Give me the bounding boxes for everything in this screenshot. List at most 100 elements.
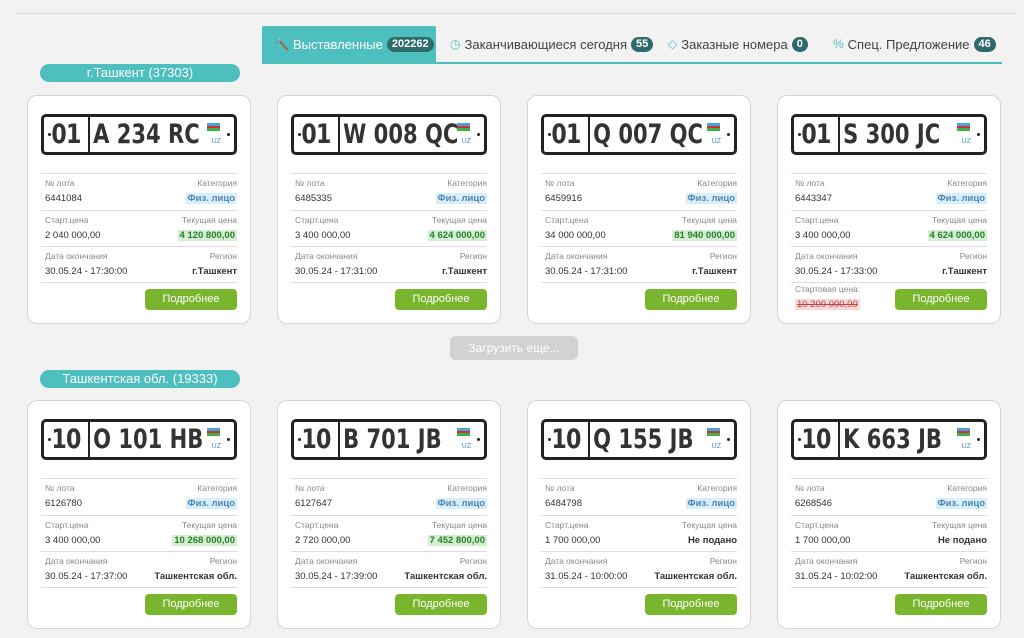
lot-row: № лота Категория 6127647 Физ. лицо: [291, 478, 487, 515]
region-label: Регион: [209, 556, 237, 566]
category-badge: Физ. лицо: [185, 498, 237, 509]
end-date-label: Дата окончания: [45, 251, 108, 261]
start-price: 3 400 000,00: [295, 229, 351, 241]
lot-details: № лота Категория 6443347 Физ. лицо Старт…: [791, 173, 987, 283]
plate-number: A 234 RC: [93, 119, 200, 150]
plate-region-code: 10: [551, 424, 581, 455]
load-more-button[interactable]: Загрузить еще...: [450, 336, 578, 360]
tab-label: Выставленные: [292, 36, 383, 52]
tab-special-offer[interactable]: % Спец. Предложение 46: [833, 26, 996, 62]
plate-region-code: 10: [801, 424, 831, 455]
region-value: г.Ташкент: [442, 266, 487, 277]
uzbekistan-flag-icon: [707, 428, 720, 437]
license-plate: 01 W 008 QC UZ: [291, 114, 487, 155]
lot-details: № лота Категория 6126780 Физ. лицо Старт…: [41, 478, 237, 588]
price-row: Старт.цена Текущая цена 1 700 000,00 Не …: [541, 514, 737, 552]
lot-row: № лота Категория 6126780 Физ. лицо: [41, 478, 237, 515]
lot-details: № лота Категория 6268546 Физ. лицо Старт…: [791, 478, 987, 588]
lot-card[interactable]: 10 O 101 HB UZ № лота Категория 6126780 …: [27, 400, 251, 629]
lot-card[interactable]: 10 B 701 JB UZ № лота Категория 6127647 …: [277, 400, 501, 629]
end-date: 30.05.24 - 17:31:00: [295, 266, 378, 277]
plate-country-code: UZ: [711, 443, 721, 450]
category-badge: Физ. лицо: [435, 193, 487, 204]
price-row: Старт.цена Текущая цена 3 400 000,00 4 6…: [791, 209, 987, 247]
start-price-label: Старт.цена: [295, 519, 339, 530]
lot-number: 6127647: [295, 498, 332, 509]
category-label: Категория: [197, 178, 237, 188]
details-button[interactable]: Подробнее: [895, 594, 987, 615]
lot-label: № лота: [795, 483, 825, 493]
plate-dot: [227, 133, 230, 136]
category-label: Категория: [197, 483, 237, 493]
date-row: Дата окончания Регион 30.05.24 - 17:31:0…: [541, 246, 737, 283]
end-date: 30.05.24 - 17:39:00: [295, 571, 378, 582]
date-row: Дата окончания Регион 30.05.24 - 17:30:0…: [41, 246, 237, 283]
uzbekistan-flag-icon: [957, 428, 970, 437]
plate-country-code: UZ: [961, 138, 971, 145]
lot-card[interactable]: 01 S 300 JC UZ № лота Категория 6443347 …: [777, 95, 1001, 324]
category-badge: Физ. лицо: [185, 193, 237, 204]
tab-custom-numbers[interactable]: ◇ Заказные номера 0: [668, 26, 808, 62]
start-price-label: Старт.цена: [795, 519, 839, 530]
category-value: Физ. лицо: [185, 498, 237, 509]
region-title-tashkent-region[interactable]: Ташкентская обл. (19333): [40, 370, 240, 388]
percent-icon: %: [833, 37, 844, 51]
current-price-value: 4 624 000,00: [927, 229, 987, 241]
current-price-label: Текущая цена: [431, 519, 487, 530]
uzbekistan-flag-icon: [707, 123, 720, 132]
date-row: Дата окончания Регион 30.05.24 - 17:33:0…: [791, 246, 987, 283]
category-label: Категория: [447, 483, 487, 493]
current-price-label: Текущая цена: [931, 519, 987, 530]
plate-number: K 663 JB: [843, 424, 942, 455]
date-row: Дата окончания Регион 30.05.24 - 17:39:0…: [291, 551, 487, 588]
date-row: Дата окончания Регион 30.05.24 - 17:31:0…: [291, 246, 487, 283]
lot-row: № лота Категория 6268546 Физ. лицо: [791, 478, 987, 515]
details-button[interactable]: Подробнее: [645, 594, 737, 615]
plate-country-code: UZ: [211, 138, 221, 145]
region-label: Регион: [709, 556, 737, 566]
start-price: 1 700 000,00: [545, 534, 601, 546]
license-plate: 10 B 701 JB UZ: [291, 419, 487, 460]
date-row: Дата окончания Регион 30.05.24 - 17:37:0…: [41, 551, 237, 588]
region-value: Ташкентская обл.: [654, 571, 737, 582]
details-button[interactable]: Подробнее: [145, 289, 237, 310]
lot-row: № лота Категория 6484798 Физ. лицо: [541, 478, 737, 515]
details-button[interactable]: Подробнее: [895, 289, 987, 310]
details-button[interactable]: Подробнее: [145, 594, 237, 615]
plate-number: Q 155 JB: [593, 424, 694, 455]
region-title-tashkent-city[interactable]: г.Ташкент (37303): [40, 64, 240, 82]
lot-card[interactable]: 01 W 008 QC UZ № лота Категория 6485335 …: [277, 95, 501, 324]
lot-card[interactable]: 01 A 234 RC UZ № лота Категория 6441084 …: [27, 95, 251, 324]
start-price: 3 400 000,00: [795, 229, 851, 241]
category-value: Физ. лицо: [685, 193, 737, 204]
price-row: Старт.цена Текущая цена 2 040 000,00 4 1…: [41, 209, 237, 247]
start-price-label: Старт.цена: [545, 214, 589, 225]
lot-details: № лота Категория 6484798 Физ. лицо Старт…: [541, 478, 737, 588]
region-label: Регион: [959, 556, 987, 566]
details-button[interactable]: Подробнее: [395, 289, 487, 310]
plate-dot: [727, 438, 730, 441]
lot-card[interactable]: 10 Q 155 JB UZ № лота Категория 6484798 …: [527, 400, 751, 629]
current-price-value: Не подано: [937, 534, 987, 546]
tab-listed[interactable]: 🔨 Выставленные 202262: [262, 26, 436, 62]
price-row: Старт.цена Текущая цена 3 400 000,00 10 …: [41, 514, 237, 552]
lot-label: № лота: [545, 483, 575, 493]
license-plate: 10 Q 155 JB UZ: [541, 419, 737, 460]
details-button[interactable]: Подробнее: [395, 594, 487, 615]
tab-label: Спец. Предложение: [847, 36, 970, 52]
old-start-price-value: 10 200 000,00: [795, 299, 860, 310]
lot-label: № лота: [45, 483, 75, 493]
lot-card[interactable]: 01 Q 007 QC UZ № лота Категория 6459916 …: [527, 95, 751, 324]
lot-row: № лота Категория 6485335 Физ. лицо: [291, 173, 487, 210]
lot-card[interactable]: 10 K 663 JB UZ № лота Категория 6268546 …: [777, 400, 1001, 629]
price-row: Старт.цена Текущая цена 34 000 000,00 81…: [541, 209, 737, 247]
region-value: Ташкентская обл.: [404, 571, 487, 582]
current-price: 4 120 800,00: [177, 229, 237, 241]
start-price-label: Старт.цена: [545, 519, 589, 530]
start-price: 3 400 000,00: [45, 534, 101, 546]
lot-label: № лота: [45, 178, 75, 188]
end-date-label: Дата окончания: [795, 251, 858, 261]
tab-ending-today[interactable]: ◷ Заканчивающиеся сегодня 55: [450, 26, 654, 62]
details-button[interactable]: Подробнее: [645, 289, 737, 310]
license-plate: 01 Q 007 QC UZ: [541, 114, 737, 155]
